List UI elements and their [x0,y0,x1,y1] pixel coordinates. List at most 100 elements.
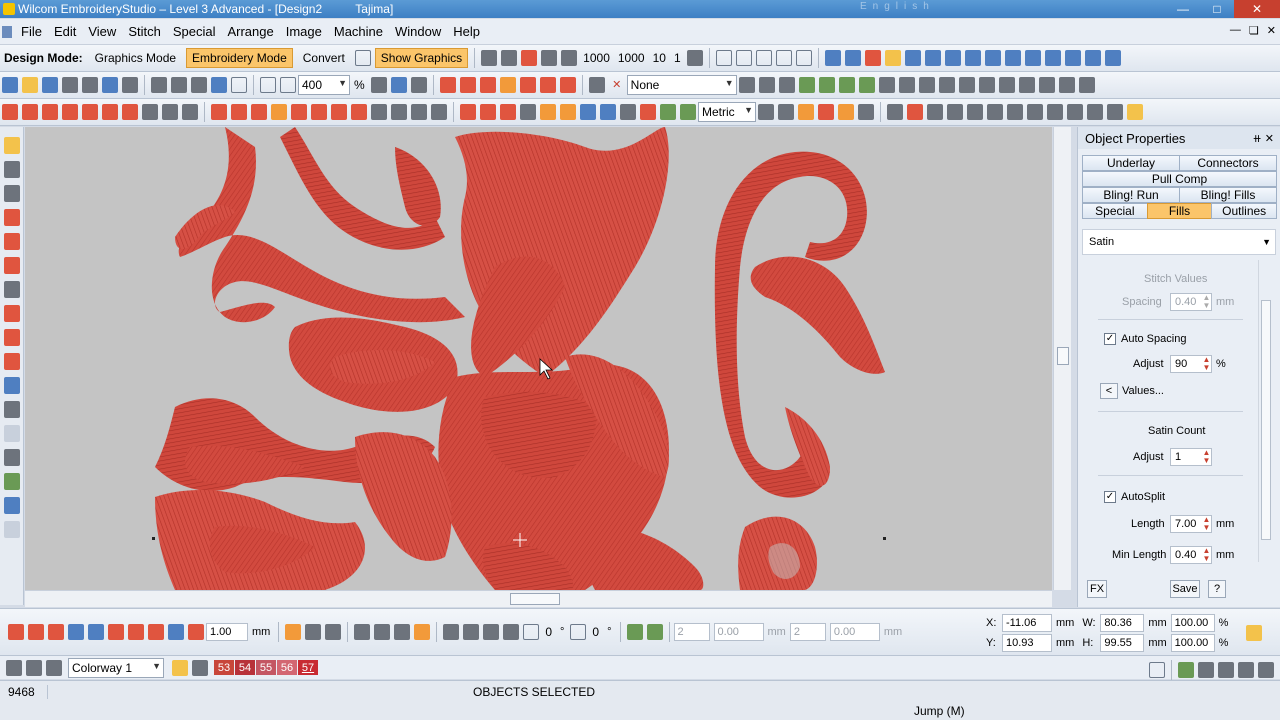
slant-icon[interactable] [570,624,587,640]
tool-icon[interactable] [958,77,975,93]
menu-edit[interactable]: Edit [48,24,82,39]
field2[interactable]: 0.00 [829,623,880,641]
stitch-type-icon[interactable] [2,104,18,120]
stitch-tool-icon[interactable] [561,50,578,66]
sequence-icon[interactable] [8,624,24,640]
sequence-icon[interactable] [88,624,104,640]
colorway-tool-icon[interactable] [46,659,62,676]
sequence-icon[interactable] [48,624,64,640]
sequence-icon[interactable] [108,624,124,640]
save-button[interactable]: Save [1170,580,1200,598]
embroidery-mode-button[interactable]: Embroidery Mode [186,48,293,68]
fill-icon[interactable] [560,104,576,120]
stitch-type-icon[interactable] [182,104,198,120]
tool-icon[interactable] [1058,77,1075,93]
length-spinner[interactable]: 7.00 ▲ ▼ mm [1170,515,1238,533]
stitch-type-icon[interactable] [82,104,98,120]
sequence-icon[interactable] [68,624,84,640]
color-chip[interactable]: 53 [214,660,234,675]
fill-icon[interactable] [500,104,516,120]
tool-icon[interactable] [818,77,835,93]
stitch-type-icon[interactable] [42,104,58,120]
add-color-icon[interactable] [1178,662,1194,678]
tool-icon[interactable] [1067,104,1083,120]
fill-icon[interactable] [540,104,556,120]
tab-bling-run[interactable]: Bling! Run [1082,187,1180,203]
digit-button[interactable]: 1000 [614,51,649,65]
scroll-arrows-icon[interactable] [1149,662,1165,678]
design-canvas[interactable] [25,127,1052,590]
fill-icon[interactable] [680,104,696,120]
fx-button[interactable]: FX [1087,580,1107,598]
tool-icon[interactable] [998,77,1015,93]
lettering-icon[interactable] [3,377,20,394]
canvas-vertical-scrollbar[interactable] [1053,127,1071,590]
color-chip-selected[interactable]: 57 [298,660,318,675]
align-icon[interactable] [984,50,1001,66]
minimize-button[interactable]: — [1166,0,1200,18]
tab-pull-comp[interactable]: Pull Comp [1082,171,1277,187]
adjust-spinner[interactable]: 90 ▲ ▼ % [1170,355,1230,373]
send-icon[interactable] [122,77,138,93]
tool-icon[interactable] [758,77,775,93]
stitch-type-icon[interactable] [142,104,158,120]
fill-icon[interactable] [3,257,20,274]
tool-icon[interactable] [1007,104,1023,120]
new-file-icon[interactable] [2,77,18,93]
field1[interactable]: 0.00 [713,623,764,641]
frame-icon[interactable] [3,449,20,466]
tab-underlay[interactable]: Underlay [1082,155,1180,171]
zoom-icon[interactable] [260,77,276,93]
ellipse-icon[interactable] [775,50,792,66]
magnet-icon[interactable] [3,353,20,370]
sequence-icon[interactable] [188,624,204,640]
tool-icon[interactable] [927,104,943,120]
tool-icon[interactable] [778,104,794,120]
print-icon[interactable] [62,77,78,93]
convert-button[interactable]: Convert [297,48,351,68]
stitch-type-icon[interactable] [122,104,138,120]
fill-icon[interactable] [520,104,536,120]
menu-help[interactable]: Help [447,24,486,39]
scroll-thumb[interactable] [510,593,560,605]
fill-icon[interactable] [480,104,496,120]
show-graphics-button[interactable]: Show Graphics [374,48,469,68]
graphics-mode-button[interactable]: Graphics Mode [89,48,182,68]
arc-icon[interactable] [735,50,752,66]
stitch-tool-icon[interactable] [501,50,518,66]
tab-fills[interactable]: Fills [1146,203,1213,219]
tool-icon[interactable] [1198,662,1214,678]
stitch-type-icon[interactable] [22,104,38,120]
tool-icon[interactable] [1127,104,1143,120]
menu-window[interactable]: Window [389,24,447,39]
align-icon[interactable] [904,50,921,66]
copy-icon[interactable] [171,77,187,93]
fill-type-select[interactable]: Satin ▼ [1082,229,1276,255]
tool-icon[interactable] [1047,104,1063,120]
tool-icon[interactable] [798,77,815,93]
stitch-type-icon[interactable] [62,104,78,120]
color-icon[interactable] [519,77,536,93]
tool-icon[interactable] [818,104,834,120]
tool-icon[interactable] [978,77,995,93]
tool-icon[interactable] [374,624,391,640]
align-icon[interactable] [1024,50,1041,66]
canvas-horizontal-scrollbar[interactable] [25,590,1052,607]
sequence-icon[interactable] [28,624,44,640]
scroll-thumb[interactable] [1057,347,1069,365]
tool-icon[interactable] [858,104,874,120]
angle1-field[interactable]: 0 [541,625,556,639]
fill-icon[interactable] [600,104,616,120]
tab-connectors[interactable]: Connectors [1179,155,1277,171]
x-field[interactable]: -11.06 [1002,614,1052,632]
outline-icon[interactable] [3,305,20,322]
fill-icon[interactable] [640,104,656,120]
palette-dropdown-icon[interactable] [192,659,208,676]
w-percent-field[interactable]: 100.00 [1170,614,1215,632]
tool-icon[interactable] [987,104,1003,120]
tool-icon[interactable] [918,77,935,93]
save-icon[interactable] [42,77,58,93]
tool-icon[interactable] [898,77,915,93]
open-file-icon[interactable] [22,77,38,93]
fill-icon[interactable] [660,104,676,120]
